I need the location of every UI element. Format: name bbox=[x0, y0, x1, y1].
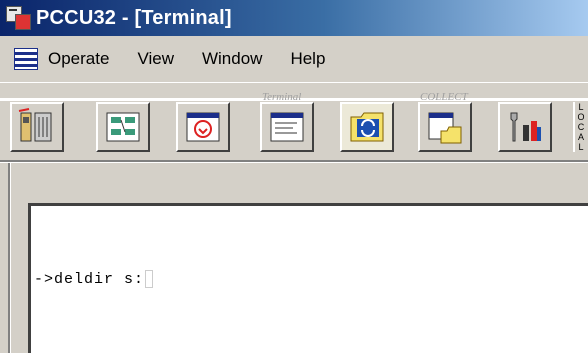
app-icon[interactable] bbox=[6, 6, 31, 30]
menu-help[interactable]: Help bbox=[290, 49, 325, 69]
toolbar-button-refresh[interactable] bbox=[340, 102, 394, 152]
toolbar-button-tools[interactable] bbox=[498, 102, 552, 152]
terminal-prompt-line: ->deldir s: bbox=[34, 270, 154, 288]
toolbar-button-config[interactable] bbox=[96, 102, 150, 152]
toolbar-button-download[interactable] bbox=[176, 102, 230, 152]
toolbar-button-terminal[interactable] bbox=[260, 102, 314, 152]
terminal-command-text: ->deldir s: bbox=[34, 270, 145, 288]
menu-view[interactable]: View bbox=[137, 49, 174, 69]
client-left-edge-highlight bbox=[10, 163, 11, 353]
document-menu-icon[interactable] bbox=[14, 48, 38, 70]
toolbar-button-delete[interactable] bbox=[10, 102, 64, 152]
collect-icon bbox=[428, 112, 462, 144]
board-config-icon bbox=[106, 112, 140, 142]
terminal-cursor bbox=[145, 270, 154, 288]
toolbar-button-collect[interactable] bbox=[418, 102, 472, 152]
toolbar: Terminal COLLECT L O C A L bbox=[0, 83, 588, 157]
menu-window[interactable]: Window bbox=[202, 49, 262, 69]
window-title: PCCU32 - [Terminal] bbox=[36, 6, 232, 29]
refresh-icon bbox=[350, 112, 384, 142]
tools-icon bbox=[510, 112, 541, 142]
menu-bar: Operate View Window Help bbox=[0, 36, 588, 83]
terminal-icon bbox=[270, 112, 304, 142]
download-icon bbox=[186, 112, 220, 142]
title-bar: PCCU32 - [Terminal] bbox=[0, 0, 588, 36]
trash-device-icon bbox=[18, 108, 52, 142]
menu-operate[interactable]: Operate bbox=[48, 49, 109, 69]
local-side-label: L O C A L bbox=[573, 102, 587, 152]
